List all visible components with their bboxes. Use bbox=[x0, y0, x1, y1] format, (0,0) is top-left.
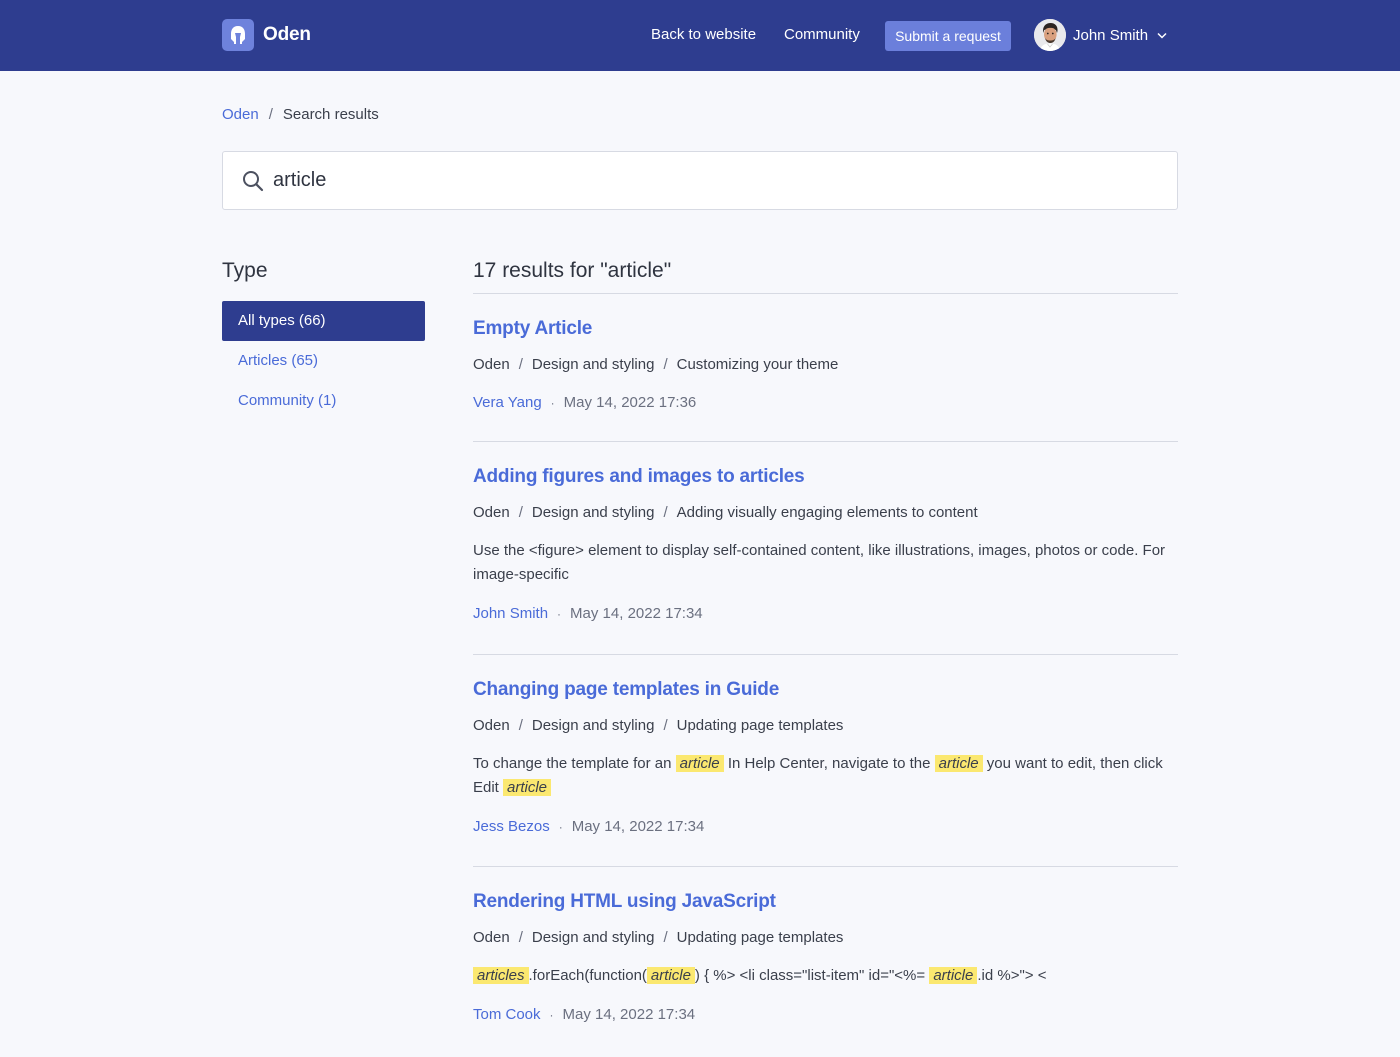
result-item: Changing page templates in Guide Oden / … bbox=[473, 655, 1178, 867]
snippet-highlight: articles bbox=[473, 967, 529, 984]
user-menu[interactable]: John Smith bbox=[1034, 19, 1167, 51]
filter-community[interactable]: Community (1) bbox=[222, 381, 425, 421]
result-path-link[interactable]: Updating page templates bbox=[677, 717, 844, 734]
result-date: May 14, 2022 17:34 bbox=[562, 1006, 696, 1023]
avatar bbox=[1034, 19, 1066, 51]
result-path: Oden / Design and styling / Customizing … bbox=[473, 356, 1178, 373]
result-item: Rendering HTML using JavaScript Oden / D… bbox=[473, 867, 1178, 1057]
result-title-link[interactable]: Empty Article bbox=[473, 318, 1178, 340]
chevron-down-icon bbox=[1157, 26, 1167, 44]
result-date: May 14, 2022 17:34 bbox=[570, 605, 703, 622]
type-filter-list: All types (66) Articles (65) Community (… bbox=[222, 301, 425, 421]
result-path-link[interactable]: Adding visually engaging elements to con… bbox=[677, 504, 978, 521]
snippet-highlight: article bbox=[675, 755, 724, 772]
snippet-highlight: article bbox=[934, 755, 983, 772]
result-snippet: articles .forEach(function(article) { %> … bbox=[473, 964, 1178, 988]
result-meta: Tom Cook · May 14, 2022 17:34 bbox=[473, 1006, 1178, 1023]
meta-separator-dot: · bbox=[550, 395, 555, 410]
snippet-highlight: article bbox=[929, 967, 978, 984]
results-count: 17 results for "article" bbox=[473, 259, 672, 282]
submit-request-button[interactable]: Submit a request bbox=[885, 21, 1011, 51]
filter-all-types[interactable]: All types (66) bbox=[222, 301, 425, 341]
result-author-link[interactable]: Vera Yang bbox=[473, 394, 542, 411]
search-box bbox=[222, 151, 1178, 210]
result-snippet: Use the <figure> element to display self… bbox=[473, 542, 1166, 583]
meta-separator-dot: · bbox=[558, 819, 563, 834]
path-separator: / bbox=[518, 356, 523, 373]
back-to-website-link[interactable]: Back to website bbox=[651, 26, 756, 43]
result-title-link[interactable]: Changing page templates in Guide bbox=[473, 679, 1178, 701]
result-author-link[interactable]: John Smith bbox=[473, 605, 548, 622]
result-title-link[interactable]: Rendering HTML using JavaScript bbox=[473, 891, 1178, 913]
snippet-text: ) { %> <li class="list-item" id="<%= bbox=[694, 967, 930, 984]
result-path-link[interactable]: Updating page templates bbox=[677, 929, 844, 946]
search-input[interactable] bbox=[273, 152, 1163, 209]
path-separator: / bbox=[663, 929, 668, 946]
result-path: Oden / Design and styling / Updating pag… bbox=[473, 929, 1178, 946]
meta-separator-dot: · bbox=[549, 1007, 554, 1022]
result-path: Oden / Design and styling / Updating pag… bbox=[473, 717, 1178, 734]
snippet-text: .id %>"> < bbox=[977, 967, 1047, 984]
brand-home-link[interactable]: Oden bbox=[222, 19, 311, 51]
path-separator: / bbox=[663, 356, 668, 373]
result-snippet: To change the template for an article In… bbox=[473, 752, 1178, 800]
snippet-highlight: article bbox=[503, 779, 552, 796]
result-date: May 14, 2022 17:34 bbox=[571, 818, 705, 835]
filter-articles[interactable]: Articles (65) bbox=[222, 341, 425, 381]
snippet-text: To change the template for an bbox=[473, 755, 676, 772]
meta-separator-dot: · bbox=[557, 606, 562, 621]
community-link[interactable]: Community bbox=[784, 26, 860, 43]
result-meta: Jess Bezos · May 14, 2022 17:34 bbox=[473, 818, 1178, 835]
path-separator: / bbox=[663, 717, 668, 734]
search-results: 17 results for "article" Empty Article O… bbox=[473, 259, 1178, 1057]
result-author-link[interactable]: Jess Bezos bbox=[473, 818, 550, 835]
path-separator: / bbox=[518, 929, 523, 946]
result-title-link[interactable]: Adding figures and images to articles bbox=[473, 466, 1178, 488]
breadcrumb-separator: / bbox=[268, 106, 273, 123]
result-date: May 14, 2022 17:36 bbox=[563, 394, 697, 411]
result-item: Adding figures and images to articles Od… bbox=[473, 442, 1178, 655]
result-path-link[interactable]: Design and styling bbox=[532, 504, 655, 521]
snippet-text: In Help Center, navigate to the bbox=[723, 755, 935, 772]
result-path-link[interactable]: Oden bbox=[473, 717, 510, 734]
breadcrumb-current: Search results bbox=[282, 106, 379, 123]
top-header: Oden Back to website Community Submit a … bbox=[0, 0, 1400, 71]
result-path-link[interactable]: Customizing your theme bbox=[677, 356, 839, 373]
result-path-link[interactable]: Oden bbox=[473, 504, 510, 521]
result-item: Empty Article Oden / Design and styling … bbox=[473, 294, 1178, 442]
result-path-link[interactable]: Oden bbox=[473, 929, 510, 946]
user-name: John Smith bbox=[1073, 26, 1149, 44]
breadcrumb-home-link[interactable]: Oden bbox=[222, 106, 259, 123]
snippet-highlight: article bbox=[646, 967, 695, 984]
snippet-text: .forEach(function( bbox=[528, 967, 647, 984]
search-icon bbox=[242, 170, 264, 197]
result-path-link[interactable]: Design and styling bbox=[532, 717, 655, 734]
brand-name: Oden bbox=[263, 24, 311, 45]
result-path-link[interactable]: Oden bbox=[473, 356, 510, 373]
type-filter-heading: Type bbox=[222, 259, 268, 282]
path-separator: / bbox=[663, 504, 668, 521]
breadcrumb: Oden / Search results bbox=[222, 106, 379, 123]
result-path-link[interactable]: Design and styling bbox=[532, 929, 655, 946]
result-path-link[interactable]: Design and styling bbox=[532, 356, 655, 373]
result-author-link[interactable]: Tom Cook bbox=[473, 1006, 541, 1023]
result-meta: John Smith · May 14, 2022 17:34 bbox=[473, 605, 1178, 622]
path-separator: / bbox=[518, 717, 523, 734]
path-separator: / bbox=[518, 504, 523, 521]
brand-helmet-icon bbox=[222, 19, 254, 51]
result-meta: Vera Yang · May 14, 2022 17:36 bbox=[473, 394, 1178, 411]
result-path: Oden / Design and styling / Adding visua… bbox=[473, 504, 1178, 521]
